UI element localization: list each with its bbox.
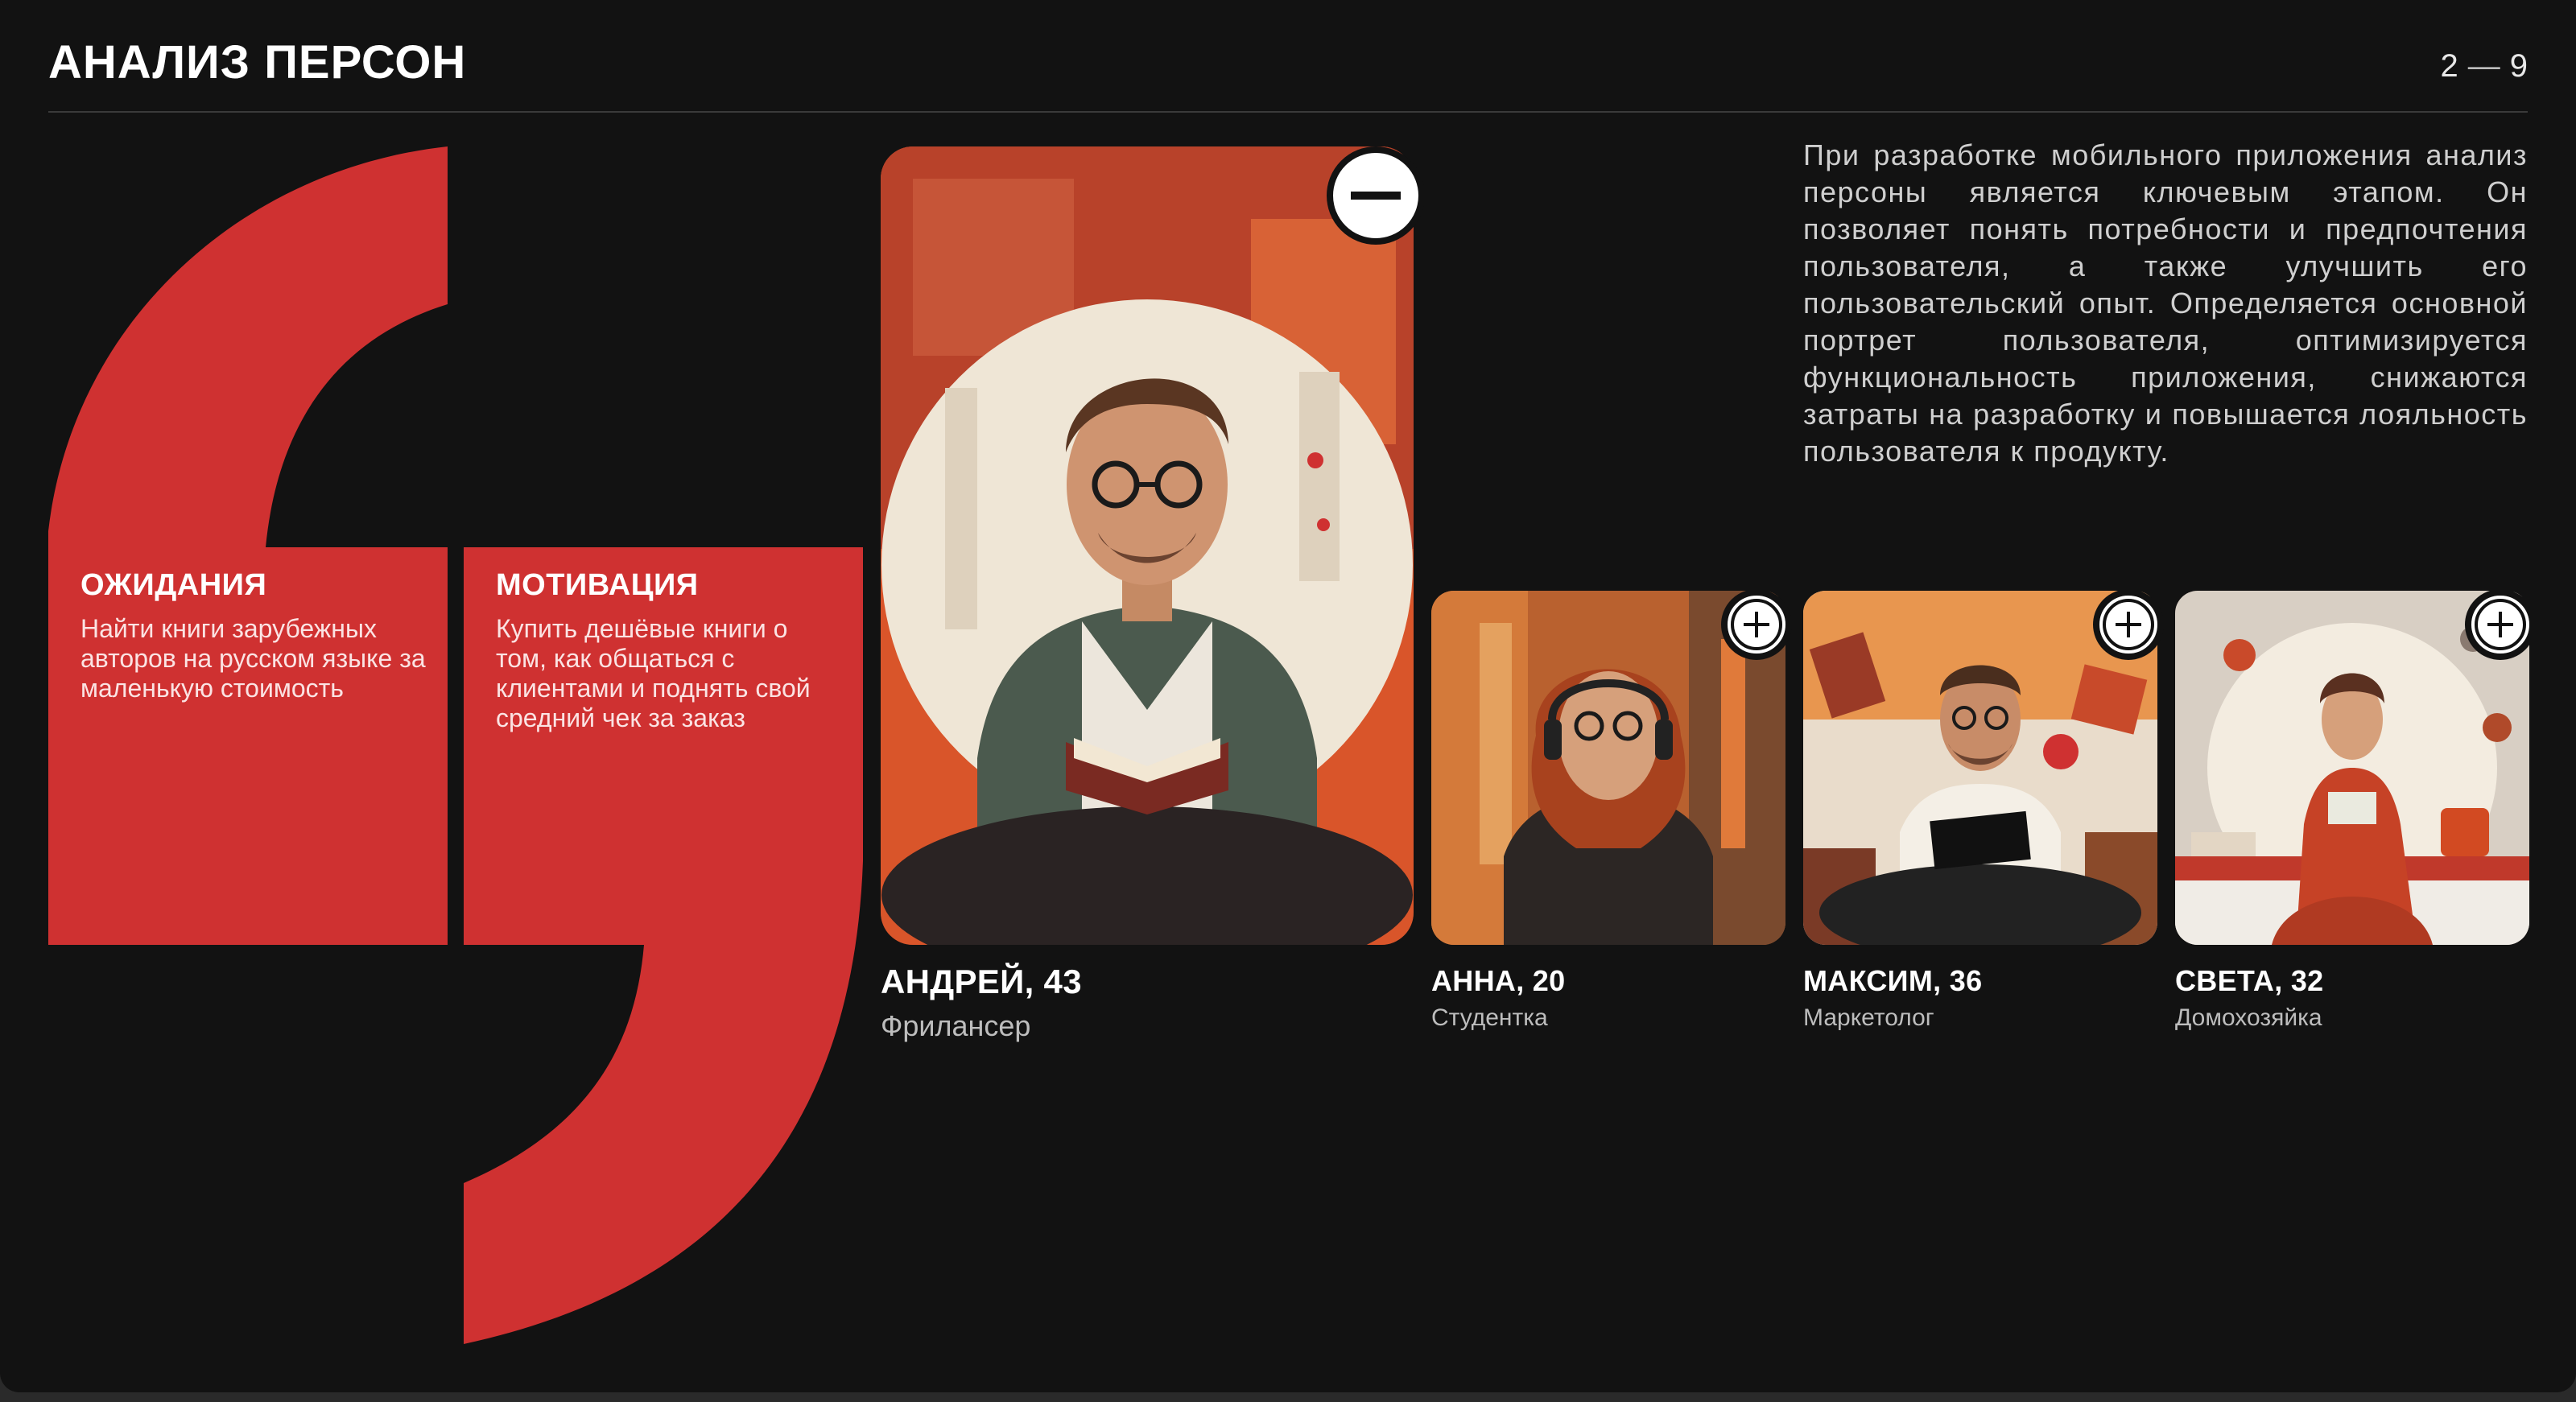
page-current: 2	[2440, 48, 2458, 84]
persona-photo-andrey[interactable]	[881, 146, 1414, 945]
persona-role-maksim: Маркетолог	[1803, 1004, 1934, 1031]
expectations-card: ОЖИДАНИЯ Найти книги зарубежных авторов …	[80, 568, 435, 703]
persona-role-andrey: Фрилансер	[881, 1009, 1031, 1042]
persona-toggle-sveta[interactable]	[2465, 589, 2536, 660]
plus-icon	[1731, 599, 1782, 650]
persona-name-maksim: МАКСИМ, 36	[1803, 964, 1983, 997]
slide: АНАЛИЗ ПЕРСОН 2 — 9 ОЖИДАНИЯ Найти книги…	[0, 0, 2576, 1392]
persona-name-sveta: СВЕТА, 32	[2175, 964, 2324, 997]
minus-icon	[1351, 192, 1401, 200]
persona-role-anna: Студентка	[1431, 1004, 1548, 1031]
plus-icon	[2103, 599, 2154, 650]
persona-toggle-andrey[interactable]	[1327, 146, 1425, 245]
page-total: 9	[2509, 48, 2528, 84]
persona-role-sveta: Домохозяйка	[2175, 1004, 2322, 1031]
persona-toggle-maksim[interactable]	[2093, 589, 2164, 660]
motivation-title: МОТИВАЦИЯ	[496, 568, 699, 602]
persona-name-anna: АННА, 20	[1431, 964, 1566, 997]
page-indicator: 2 — 9	[2441, 48, 2529, 85]
page-separator: —	[2467, 48, 2500, 84]
motivation-text: Купить дешёвые книги о том, как общаться…	[496, 614, 811, 732]
motivation-card: МОТИВАЦИЯ Купить дешёвые книги о том, ка…	[496, 568, 818, 733]
persona-name-andrey: АНДРЕЙ, 43	[881, 963, 1082, 1000]
expectations-text: Найти книги зарубежных авторов на русско…	[80, 614, 426, 703]
persona-toggle-anna[interactable]	[1721, 589, 1792, 660]
description-text: При разработке мобильного приложения ана…	[1803, 138, 2528, 468]
plus-icon	[2475, 599, 2526, 650]
expectations-title: ОЖИДАНИЯ	[80, 568, 267, 602]
